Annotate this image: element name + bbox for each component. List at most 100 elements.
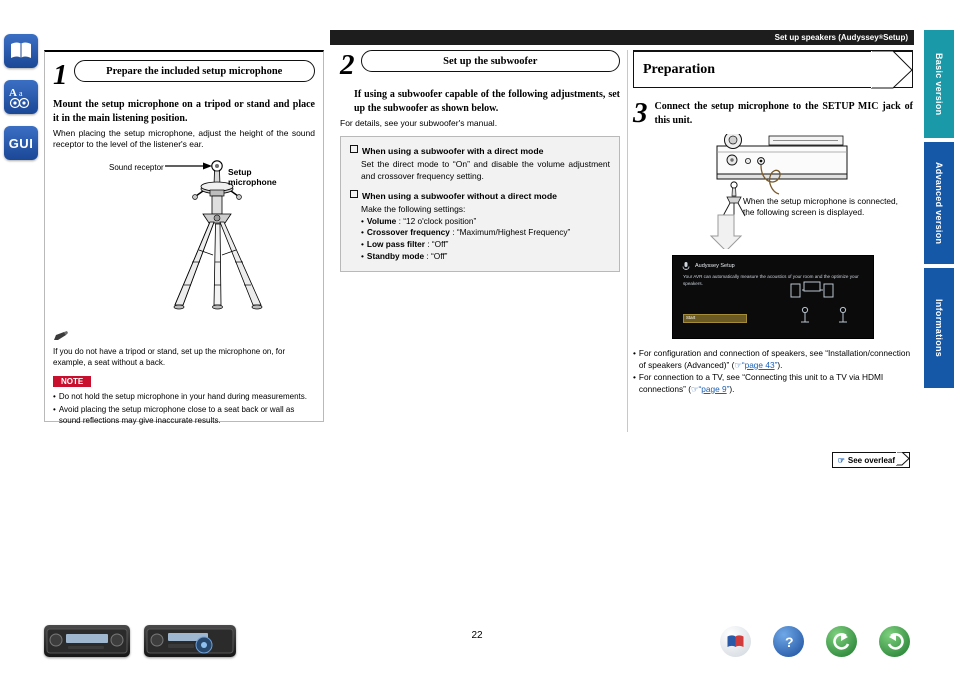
checkbox-icon xyxy=(350,145,358,154)
text-size-icon[interactable]: A a xyxy=(4,80,38,114)
column-divider xyxy=(627,50,628,432)
bullet: • xyxy=(361,239,364,250)
note-item: • Avoid placing the setup microphone clo… xyxy=(53,405,315,427)
side-tabs: Basic version Advanced version Informati… xyxy=(920,30,954,388)
receiver-illustration xyxy=(709,131,848,252)
setting-item: • Standby mode : “Off” xyxy=(361,250,448,261)
svg-text:A: A xyxy=(9,87,17,99)
step2-number: 2 xyxy=(340,49,355,81)
preparation-bullets: • For configuration and connection of sp… xyxy=(633,348,913,395)
back-icon[interactable] xyxy=(826,626,857,657)
setting-value: “12 o'clock position” xyxy=(403,215,477,226)
bullet-item: • For configuration and connection of sp… xyxy=(633,348,911,370)
step2-body: For details, see your subwoofer's manual… xyxy=(340,118,498,128)
bullet-text: For connection to a TV, see “Connecting … xyxy=(638,372,884,394)
tip-icon xyxy=(53,329,315,347)
setting-label: Standby mode xyxy=(366,250,425,261)
step1-body: When placing the setup microphone, adjus… xyxy=(53,128,315,150)
gui-icon[interactable]: GUI xyxy=(4,126,38,160)
page-ref-icon: ☞“ xyxy=(734,359,745,370)
step1-number: 1 xyxy=(53,59,68,91)
setting-item: • Low pass filter : “Off” xyxy=(361,239,449,250)
tripod-illustration xyxy=(165,160,263,310)
setting-item: • Volume : “12 o'clock position” xyxy=(361,215,477,226)
svg-text:?: ? xyxy=(785,634,794,650)
bullet-text-after: ). xyxy=(729,383,735,394)
see-overleaf-button[interactable]: ☞ See overleaf xyxy=(831,452,910,468)
note-badge: NOTE xyxy=(53,375,92,387)
preparation-heading: Preparation xyxy=(633,50,913,89)
svg-text:a: a xyxy=(19,89,23,98)
screen-title: Audyssey Setup xyxy=(695,263,735,269)
bullet: • xyxy=(361,215,364,226)
setting-value: “Off” xyxy=(431,250,448,261)
tab-advanced-label: Advanced version xyxy=(934,161,944,245)
column-step-2: 2 Set up the subwoofer If using a subwoo… xyxy=(340,50,620,273)
screen-start-label: Start xyxy=(686,314,696,320)
step1-heading: 1 Prepare the included setup microphone xyxy=(53,60,315,90)
running-title-pre: Set up speakers (Audyssey xyxy=(774,33,879,42)
book-icon[interactable] xyxy=(720,626,751,657)
tab-informations[interactable]: Informations xyxy=(924,268,954,388)
step3-text: Connect the setup microphone to the SETU… xyxy=(654,101,914,126)
note-text: Avoid placing the setup microphone close… xyxy=(58,405,295,426)
gui-label: GUI xyxy=(8,135,34,151)
overleaf-icon: ☞ xyxy=(837,455,845,465)
audyssey-setup-screen: Audyssey Setup Your AVR can automaticall… xyxy=(672,255,874,339)
preparation-title: Preparation xyxy=(643,61,716,77)
subwoofer-direct-heading: When using a subwoofer with a direct mod… xyxy=(350,145,610,156)
tab-basic-label: Basic version xyxy=(934,52,944,116)
bullet: • xyxy=(633,372,636,383)
bullet: • xyxy=(361,250,364,261)
note-item: • Do not hold the setup microphone in yo… xyxy=(53,392,315,403)
step2-lead: If using a subwoofer capable of the foll… xyxy=(354,89,620,114)
bullet-text-after: ). xyxy=(777,359,783,370)
overleaf-label: See overleaf xyxy=(847,455,895,465)
subwoofer-direct-text: Set the direct mode to “On” and disable … xyxy=(361,159,610,181)
subwoofer-nodirect-text: Make the following settings: xyxy=(361,204,466,215)
page-ref-icon: ☞“ xyxy=(691,383,702,394)
unit-connection-figure: When the setup microphone is connected, … xyxy=(633,131,913,252)
manual-page: A a GUI Set up speakers (Audyssey ® Setup… xyxy=(0,0,954,675)
setting-item: • Crossover frequency : “Maximum/Highest… xyxy=(361,227,571,238)
left-icon-rail: A a GUI xyxy=(4,34,40,172)
setting-value: “Off” xyxy=(431,239,449,250)
bullet: • xyxy=(53,405,56,415)
device-image-remote xyxy=(144,625,236,657)
tab-advanced-version[interactable]: Advanced version xyxy=(924,142,954,264)
heading-arrow-icon xyxy=(871,51,913,89)
help-icon[interactable]: ? xyxy=(773,626,804,657)
step3-heading: 3 Connect the setup microphone to the SE… xyxy=(633,98,913,128)
subwoofer-nodirect-heading: When using a subwoofer without a direct … xyxy=(350,190,610,201)
step1-tip: If you do not have a tripod or stand, se… xyxy=(53,346,286,367)
setting-label: Volume xyxy=(366,215,397,226)
tripod-figure: Sound receptor Setup microphone xyxy=(53,155,315,327)
tab-informations-label: Informations xyxy=(934,298,944,358)
footer-navigation: ? xyxy=(720,626,910,657)
bullet: • xyxy=(53,391,56,401)
forward-icon[interactable] xyxy=(879,626,910,657)
overleaf-arrow-icon xyxy=(896,452,910,466)
tab-basic-version[interactable]: Basic version xyxy=(924,30,954,138)
step1-title: Prepare the included setup microphone xyxy=(73,60,315,82)
step3-caption: When the setup microphone is connected, … xyxy=(743,196,898,218)
note-text: Do not hold the setup microphone in your… xyxy=(58,391,307,401)
label-sound-receptor: Sound receptor xyxy=(109,162,164,172)
page-link[interactable]: page 9 xyxy=(701,384,726,394)
step1-lead: Mount the setup microphone on a tripod o… xyxy=(53,99,315,124)
running-title-post: Setup) xyxy=(883,33,908,42)
column-step-1: 1 Prepare the included setup microphone … xyxy=(44,50,324,425)
label-setup-microphone: Setup microphone xyxy=(228,166,277,188)
column-preparation: Preparation 3 Connect the setup micropho… xyxy=(633,50,913,396)
bullet: • xyxy=(633,348,636,358)
page-link[interactable]: page 43 xyxy=(745,360,775,370)
step1-panel: 1 Prepare the included setup microphone … xyxy=(44,50,324,425)
mic-icon xyxy=(682,262,690,270)
bullet-item: • For connection to a TV, see “Connectin… xyxy=(633,372,884,394)
setting-label: Crossover frequency xyxy=(366,227,450,238)
subwoofer-settings-panel: When using a subwoofer with a direct mod… xyxy=(340,136,620,273)
book-icon[interactable] xyxy=(4,34,38,68)
running-header: Set up speakers (Audyssey ® Setup) xyxy=(330,30,914,45)
step3-number: 3 xyxy=(633,97,648,129)
step2-heading: 2 Set up the subwoofer xyxy=(340,50,620,80)
